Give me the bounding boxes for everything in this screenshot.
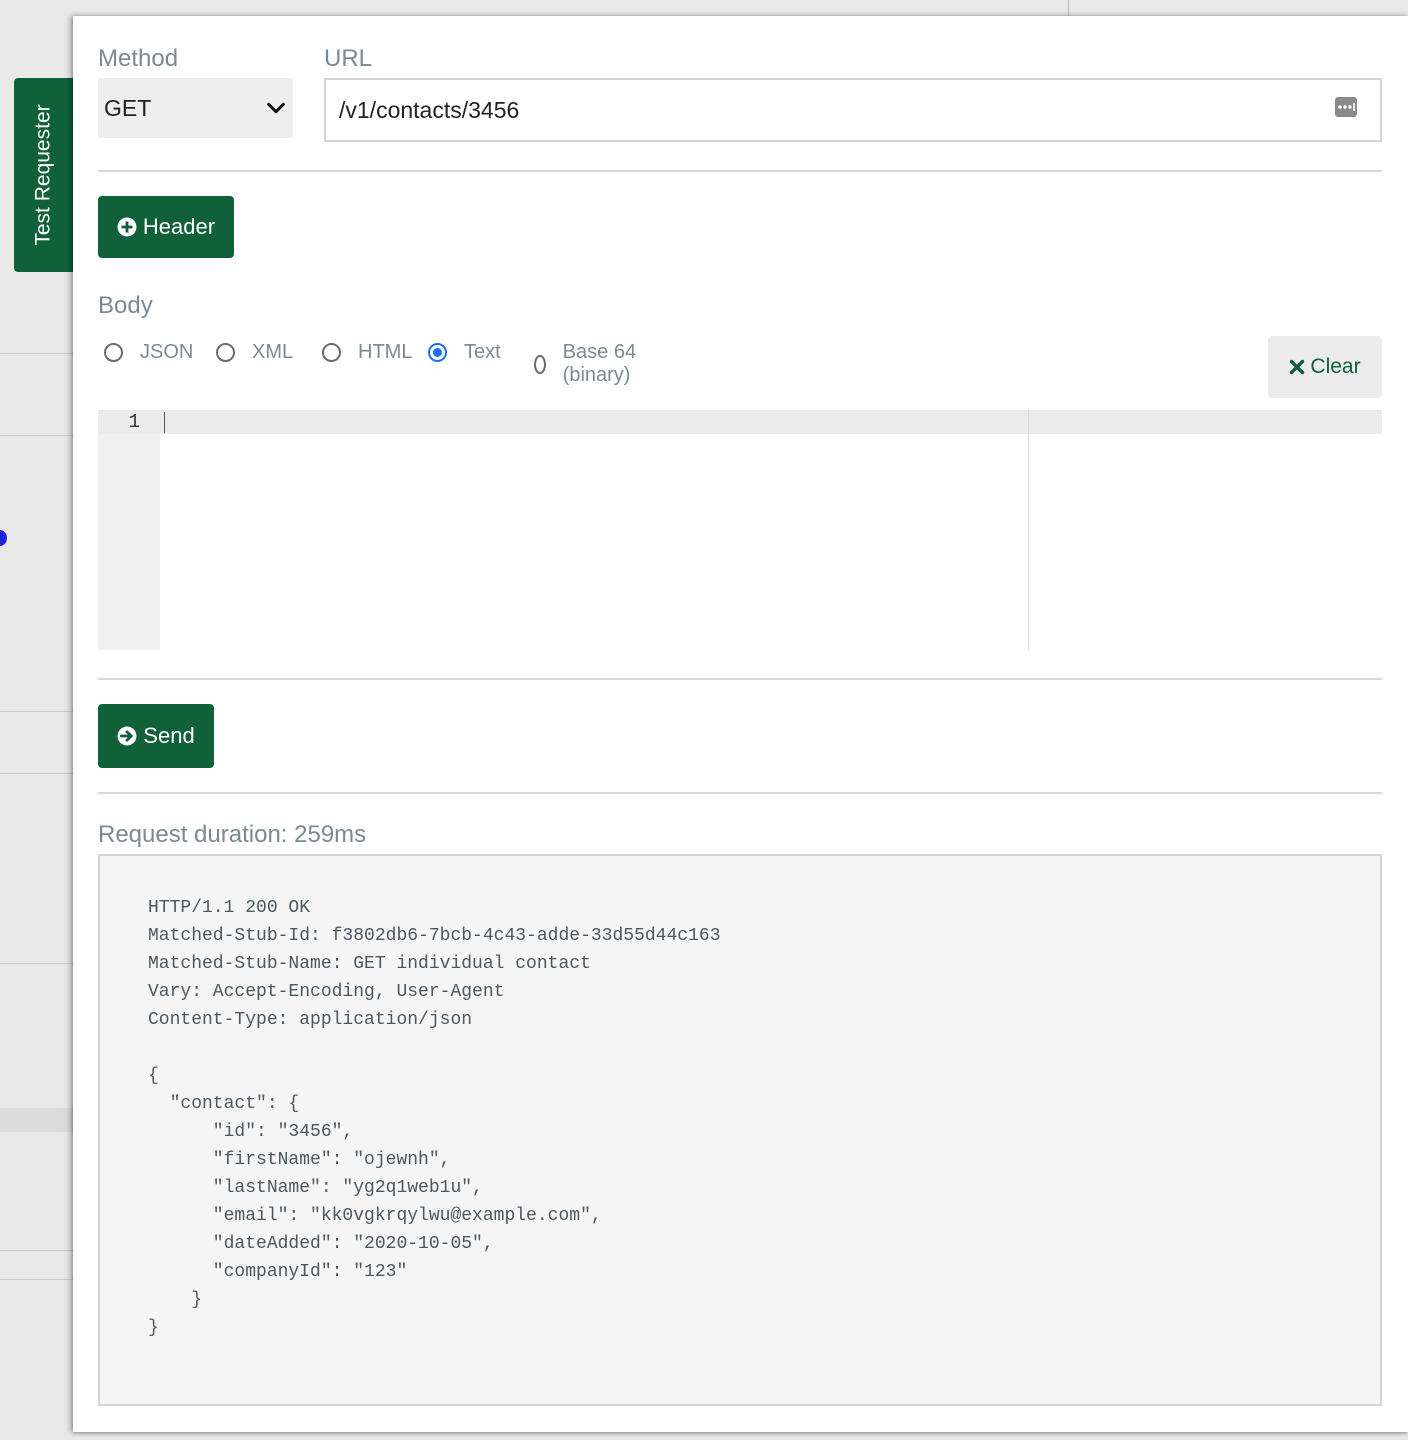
background-divider [0, 353, 74, 354]
add-header-button-label: Header [142, 214, 216, 239]
editor-gutter [98, 410, 160, 650]
clear-body-button[interactable]: Clear [1268, 336, 1382, 398]
radio-xml-circle[interactable] [216, 343, 235, 362]
response-text: HTTP/1.1 200 OK Matched-Stub-Id: f3802db… [148, 898, 721, 1338]
radio-json-label: JSON [140, 341, 194, 363]
editor-active-line [98, 410, 1382, 434]
chevron-down-icon [267, 102, 285, 114]
radio-xml[interactable]: XML [216, 341, 293, 364]
background-band [0, 1108, 74, 1132]
background-divider [0, 1279, 74, 1280]
radio-xml-label: XML [252, 341, 294, 363]
editor-cursor [164, 412, 165, 433]
background-divider [0, 963, 74, 964]
editor-line-number: 1 [128, 411, 140, 433]
background-divider [0, 1250, 74, 1251]
test-requester-tab-label: Test Requester [31, 104, 55, 246]
ellipsis-box-icon[interactable] [1335, 97, 1357, 117]
test-requester-panel: Method URL GET Header Body JSON XML [73, 16, 1408, 1432]
background-divider [0, 773, 74, 774]
body-code-editor[interactable]: 1 [98, 410, 1382, 650]
radio-json-circle[interactable] [104, 343, 123, 362]
background-divider [0, 711, 74, 712]
arrow-circle-right-icon [117, 726, 137, 746]
request-duration: Request duration: 259ms [98, 821, 367, 848]
method-label: Method [98, 45, 179, 72]
background-marker [0, 530, 7, 546]
clear-body-button-label: Clear [1310, 355, 1361, 378]
radio-html-label: HTML [358, 341, 413, 363]
radio-json[interactable]: JSON [104, 341, 193, 364]
radio-html[interactable]: HTML [322, 341, 412, 364]
radio-text-label: Text [464, 341, 501, 363]
method-select[interactable]: GET [98, 78, 293, 138]
editor-print-margin [1028, 410, 1029, 650]
send-button-label: Send [143, 723, 195, 748]
section-divider [98, 170, 1382, 172]
section-divider [98, 678, 1382, 680]
plus-circle-icon [117, 217, 137, 237]
url-label: URL [324, 45, 373, 72]
x-icon [1290, 359, 1305, 375]
radio-base64-label: Base 64 (binary) [562, 341, 637, 386]
radio-text-circle[interactable] [428, 343, 447, 362]
send-button[interactable]: Send [98, 704, 214, 768]
method-select-value: GET [104, 94, 152, 121]
background-divider [1068, 0, 1069, 16]
radio-base64-circle[interactable] [534, 354, 546, 374]
background-divider [0, 435, 74, 436]
radio-base64[interactable]: Base 64 (binary) [534, 341, 638, 387]
body-label: Body [98, 292, 153, 319]
url-input[interactable] [324, 78, 1382, 142]
add-header-button[interactable]: Header [98, 196, 234, 258]
radio-text[interactable]: Text [428, 341, 501, 364]
test-requester-tab[interactable]: Test Requester [14, 78, 73, 272]
radio-html-circle[interactable] [322, 343, 341, 362]
response-output: HTTP/1.1 200 OK Matched-Stub-Id: f3802db… [98, 854, 1382, 1406]
section-divider [98, 792, 1382, 794]
